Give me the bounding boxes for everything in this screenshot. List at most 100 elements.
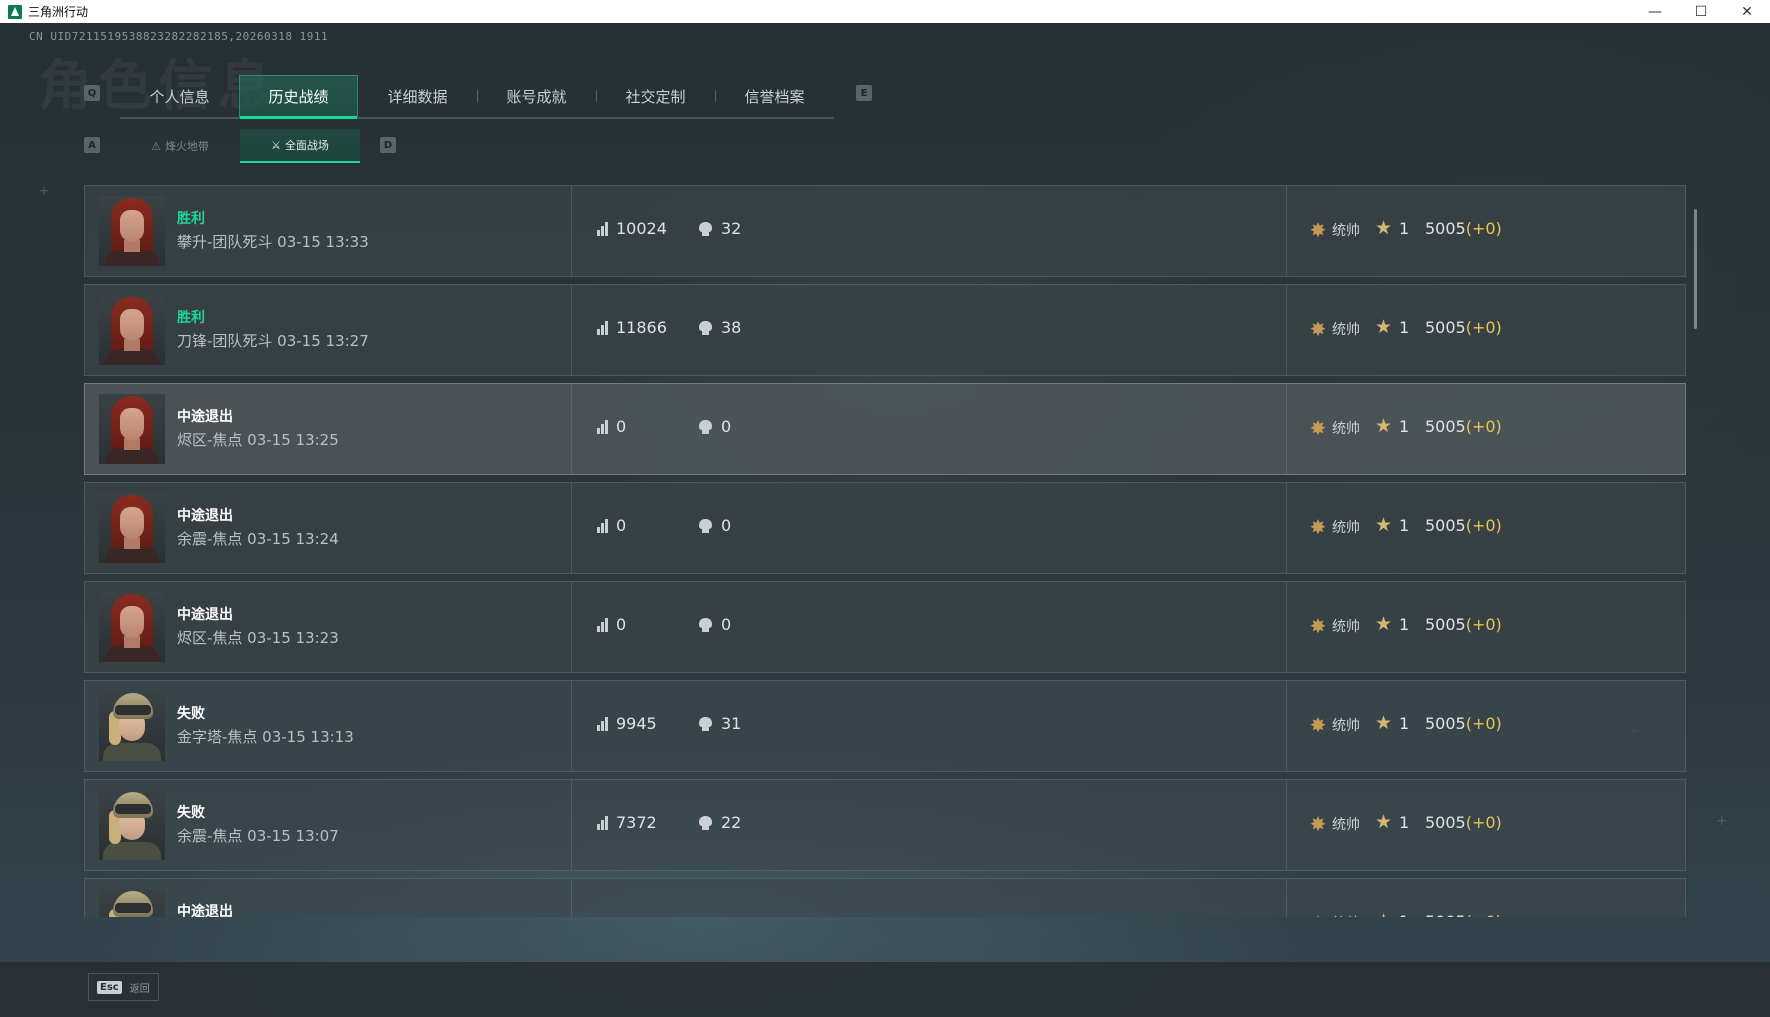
match-kills: 0 [699,615,731,634]
kills-value: 0 [721,615,732,634]
avatar-body [103,842,161,860]
stars-value: 1 [1399,318,1410,337]
rank-name: 统帅 [1332,619,1360,635]
decor-plus-icon: + [1716,813,1728,829]
back-button[interactable]: Esc 返回 [88,973,159,1001]
tab-next-key-hint[interactable]: E [856,85,872,101]
stars-value: 1 [1399,714,1410,733]
bar-chart-icon [597,320,609,335]
match-record-row[interactable]: 失败 金字塔-焦点 03-15 13:13 9945 31 ✸ 统帅 ★ 1 5005(+0) [84,680,1686,772]
match-record-row[interactable]: 胜利 攀升-团队死斗 03-15 13:33 10024 32 ✸ 统帅 ★ 1 5005(+0… [84,185,1686,277]
match-record-row[interactable]: 中途退出 烬区-焦点 03-15 13:25 0 0 ✸ 统帅 ★ 1 5005(+0) [84,383,1686,475]
points-value: 5005 [1425,516,1466,535]
row-divider [571,582,572,672]
rank-badge: ✸统帅 [1307,516,1360,538]
tab-0[interactable]: 个人信息 [120,75,239,117]
rank-name: 统帅 [1332,718,1360,734]
row-divider [571,186,572,276]
star-icon: ★ [1375,712,1393,734]
tab-3[interactable]: 账号成就 [477,75,596,117]
star-icon: ★ [1375,613,1393,635]
row-divider [571,681,572,771]
points-delta: (+0) [1465,714,1502,733]
avatar-face [120,507,144,539]
minimize-button[interactable]: — [1632,0,1678,23]
star-icon: ★ [1375,811,1393,833]
rank-stars: ★1 [1375,613,1409,635]
tab-4[interactable]: 社交定制 [596,75,715,117]
points-delta: (+0) [1465,615,1502,634]
star-icon: ★ [1375,217,1393,239]
subtab-prev-key-hint[interactable]: A [84,137,100,153]
tab-1[interactable]: 历史战绩 [239,75,358,119]
match-record-row[interactable]: 中途退出 余震-焦点 03-15 13:24 0 0 ✸ 统帅 ★ 1 5005(+0) [84,482,1686,574]
rank-points: 5005(+0) [1425,615,1502,634]
row-divider [1286,681,1287,771]
points-value: 5005 [1425,417,1466,436]
subtab-next-key-hint[interactable]: D [380,137,396,153]
points-value: 5005 [1425,318,1466,337]
row-divider [1286,384,1287,474]
bar-chart-icon [597,617,609,632]
match-result: 失败 [177,805,205,821]
bottom-bar: Esc 返回 [0,962,1770,1017]
rank-badge-icon: ✸ [1309,416,1327,440]
operator-avatar [99,592,165,662]
star-icon: ★ [1375,912,1392,918]
rank-points: 5005(+0) [1425,714,1502,733]
match-record-row[interactable]: 中途退出 烬区-焦点 03-15 13:23 0 0 ✸ 统帅 ★ 1 5005(+0) [84,581,1686,673]
match-score: 9945 [597,714,657,733]
points-delta: (+0) [1465,813,1502,832]
tab-5[interactable]: 信誉档案 [715,75,834,117]
score-value: 0 [616,615,627,634]
skull-icon [699,320,712,335]
skull-icon [699,221,712,236]
star-icon: ★ [1375,514,1393,536]
points-value: 5005 [1425,813,1466,832]
rank-name: 统帅 [1332,322,1360,338]
rank-badge: ✸统帅 [1307,714,1360,736]
stars-value: 1 [1399,516,1410,535]
tab-prev-key-hint[interactable]: Q [84,85,100,101]
stars-value: 1 [1399,417,1410,436]
list-scrollbar[interactable] [1694,209,1697,329]
subtab-0[interactable]: ⚠ 烽火地带 [120,129,240,163]
avatar-body [105,349,159,365]
main-tabs: 个人信息 历史战绩 详细数据 账号成就 社交定制 信誉档案 [120,75,834,119]
match-mode-time: 烬区-焦点 03-15 13:25 [177,431,339,449]
subtab-1[interactable]: ⚔ 全面战场 [240,129,360,163]
rank-badge-icon: ✸ [1309,812,1327,836]
close-button[interactable]: ✕ [1724,0,1770,23]
match-record-row[interactable]: 胜利 刀锋-团队死斗 03-15 13:27 11866 38 ✸ 统帅 ★ 1 5005(+0… [84,284,1686,376]
rank-stars: ★1 [1375,811,1409,833]
rank-badge: ✸统帅 [1307,615,1360,637]
maximize-button[interactable]: ☐ [1678,0,1724,23]
match-score: 7372 [597,813,657,832]
score-value: 0 [616,516,627,535]
rank-badge-icon: ✸ [1309,515,1327,539]
match-result: 失败 [177,706,205,722]
points-delta: (+0) [1465,516,1502,535]
tab-2[interactable]: 详细数据 [358,75,477,117]
match-result: 胜利 [177,211,205,227]
rank-stars: ★1 [1375,712,1410,734]
avatar-body [105,448,159,464]
stars-value: 1 [1399,912,1409,917]
avatar-body [103,743,161,761]
match-record-row[interactable]: 失败 余震-焦点 03-15 13:07 7372 22 ✸ 统帅 ★ 1 5005(+0) [84,779,1686,871]
match-record-row[interactable]: 中途退出✸统帅★15005(+0) [84,878,1686,917]
operator-avatar [99,196,165,266]
skull-icon [699,617,712,632]
match-mode-time: 烬区-焦点 03-15 13:23 [177,629,339,647]
rank-badge-icon: ✸ [1309,317,1327,341]
avatar-face [120,408,144,440]
score-value: 10024 [616,219,667,238]
stars-value: 1 [1399,219,1410,238]
row-divider [1286,780,1287,870]
window-title: 三角洲行动 [28,5,89,19]
rank-badge: ✸统帅 [1307,417,1360,439]
rank-badge: ✸统帅 [1307,912,1360,917]
skull-icon [699,419,712,434]
subtab-mode-icon: ⚔ [271,138,281,152]
match-mode-time: 刀锋-团队死斗 03-15 13:27 [177,332,369,350]
